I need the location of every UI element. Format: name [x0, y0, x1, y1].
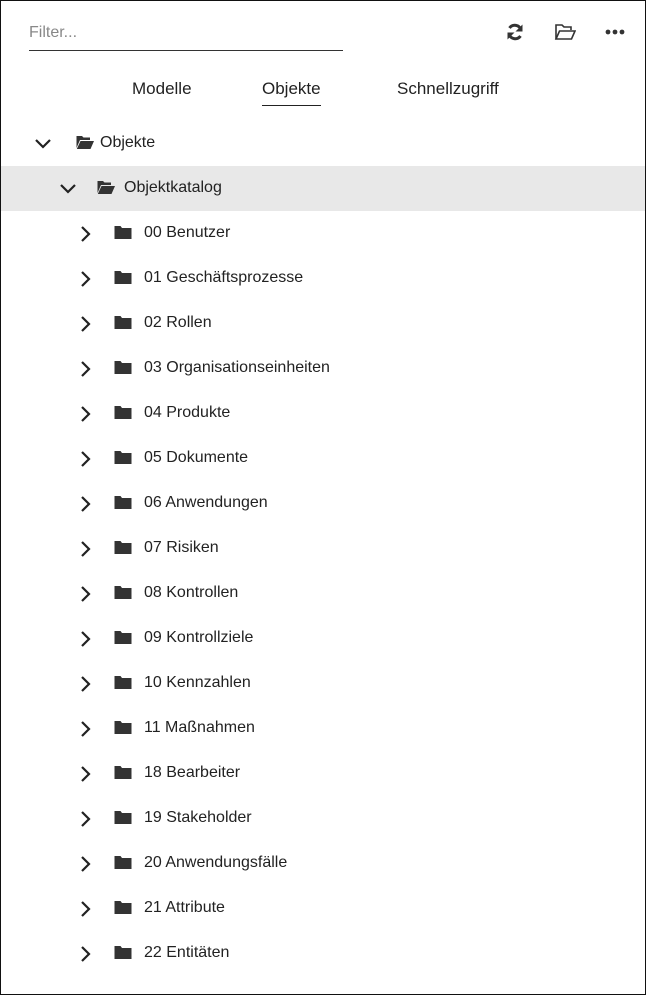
tree-node-label: Objekte — [100, 134, 156, 151]
tree-node-label: 00 Benutzer — [144, 224, 231, 241]
chevron-right-icon[interactable] — [77, 405, 95, 423]
tree-node-folder[interactable]: 20 Anwendungsfälle — [1, 841, 645, 886]
folder-icon — [114, 721, 132, 734]
chevron-right-icon[interactable] — [77, 720, 95, 738]
folder-icon — [114, 586, 132, 599]
folder-open-icon — [76, 136, 94, 149]
chevron-right-icon[interactable] — [77, 225, 95, 243]
chevron-right-icon[interactable] — [77, 495, 95, 513]
folder-icon — [114, 856, 132, 869]
view-tabs: Modelle Objekte Schnellzugriff — [1, 71, 645, 111]
tree-node-label: 11 Maßnahmen — [144, 719, 255, 736]
chevron-right-icon[interactable] — [77, 315, 95, 333]
tree-node-folder[interactable]: 04 Produkte — [1, 391, 645, 436]
filter-input[interactable] — [29, 15, 343, 51]
refresh-button[interactable] — [501, 19, 529, 45]
tree-node-objekte[interactable]: Objekte — [1, 121, 645, 166]
chevron-right-icon[interactable] — [77, 855, 95, 873]
tree-node-folder[interactable]: 07 Risiken — [1, 526, 645, 571]
refresh-icon — [507, 23, 523, 41]
folder-icon — [114, 676, 132, 689]
chevron-right-icon[interactable] — [77, 270, 95, 288]
more-icon — [605, 29, 625, 35]
open-folder-button[interactable] — [551, 19, 579, 45]
tree-node-label: 01 Geschäftsprozesse — [144, 269, 304, 286]
folder-icon — [114, 811, 132, 824]
tree-node-folder[interactable]: 11 Maßnahmen — [1, 706, 645, 751]
folder-icon — [114, 496, 132, 509]
tree-node-folder[interactable]: 06 Anwendungen — [1, 481, 645, 526]
tab-schnellzugriff[interactable]: Schnellzugriff — [397, 79, 499, 105]
tree-node-folder[interactable]: 22 Entitäten — [1, 931, 645, 976]
tree-node-folder[interactable]: 08 Kontrollen — [1, 571, 645, 616]
tree-node-folder[interactable]: 09 Kontrollziele — [1, 616, 645, 661]
tab-modelle[interactable]: Modelle — [132, 79, 192, 105]
folder-open-icon — [97, 181, 115, 194]
folder-open-icon — [554, 24, 576, 40]
tree-node-label: 22 Entitäten — [144, 944, 230, 961]
folder-icon — [114, 361, 132, 374]
tree-node-label: 03 Organisationseinheiten — [144, 359, 330, 376]
tree-node-objektkatalog[interactable]: Objektkatalog — [1, 166, 645, 211]
folder-icon — [114, 766, 132, 779]
chevron-right-icon[interactable] — [77, 765, 95, 783]
folder-icon — [114, 451, 132, 464]
chevron-right-icon[interactable] — [77, 450, 95, 468]
tree-node-folder[interactable]: 21 Attribute — [1, 886, 645, 931]
folder-icon — [114, 631, 132, 644]
chevron-right-icon[interactable] — [77, 360, 95, 378]
tree-node-folder[interactable]: 03 Organisationseinheiten — [1, 346, 645, 391]
tree-node-folder[interactable]: 01 Geschäftsprozesse — [1, 256, 645, 301]
tree-node-label: 06 Anwendungen — [144, 494, 268, 511]
chevron-right-icon[interactable] — [77, 945, 95, 963]
tree-node-label: 08 Kontrollen — [144, 584, 239, 601]
chevron-right-icon[interactable] — [77, 540, 95, 558]
tree-node-folder[interactable]: 18 Bearbeiter — [1, 751, 645, 796]
tree-node-folder[interactable]: 10 Kennzahlen — [1, 661, 645, 706]
folder-icon — [114, 901, 132, 914]
chevron-right-icon[interactable] — [77, 630, 95, 648]
folder-icon — [114, 946, 132, 959]
chevron-right-icon[interactable] — [77, 900, 95, 918]
tree-node-folder[interactable]: 02 Rollen — [1, 301, 645, 346]
chevron-right-icon[interactable] — [77, 810, 95, 828]
tab-objekte[interactable]: Objekte — [262, 79, 321, 106]
tree-node-folder[interactable]: 05 Dokumente — [1, 436, 645, 481]
tree-node-label: 10 Kennzahlen — [144, 674, 251, 691]
chevron-down-icon[interactable] — [59, 180, 77, 198]
tree-node-folder[interactable]: 19 Stakeholder — [1, 796, 645, 841]
folder-icon — [114, 406, 132, 419]
chevron-right-icon[interactable] — [77, 585, 95, 603]
tree-node-label: 05 Dokumente — [144, 449, 249, 466]
tree-node-label: 02 Rollen — [144, 314, 212, 331]
object-explorer-panel: Modelle Objekte Schnellzugriff Objekte — [0, 0, 646, 995]
folder-icon — [114, 541, 132, 554]
tree-node-label: 20 Anwendungsfälle — [144, 854, 288, 871]
tree-node-folder[interactable]: 00 Benutzer — [1, 211, 645, 256]
tree-node-label: 04 Produkte — [144, 404, 231, 421]
tree-node-label: Objektkatalog — [124, 179, 222, 196]
tree-node-label: 21 Attribute — [144, 899, 225, 916]
tree-node-label: 18 Bearbeiter — [144, 764, 241, 781]
toolbar — [1, 1, 645, 53]
folder-icon — [114, 316, 132, 329]
more-options-button[interactable] — [601, 19, 629, 45]
folder-icon — [114, 226, 132, 239]
tree-node-label: 19 Stakeholder — [144, 809, 252, 826]
folder-icon — [114, 271, 132, 284]
tree-node-label: 09 Kontrollziele — [144, 629, 254, 646]
chevron-right-icon[interactable] — [77, 675, 95, 693]
tree-node-label: 07 Risiken — [144, 539, 219, 556]
chevron-down-icon[interactable] — [34, 135, 52, 153]
